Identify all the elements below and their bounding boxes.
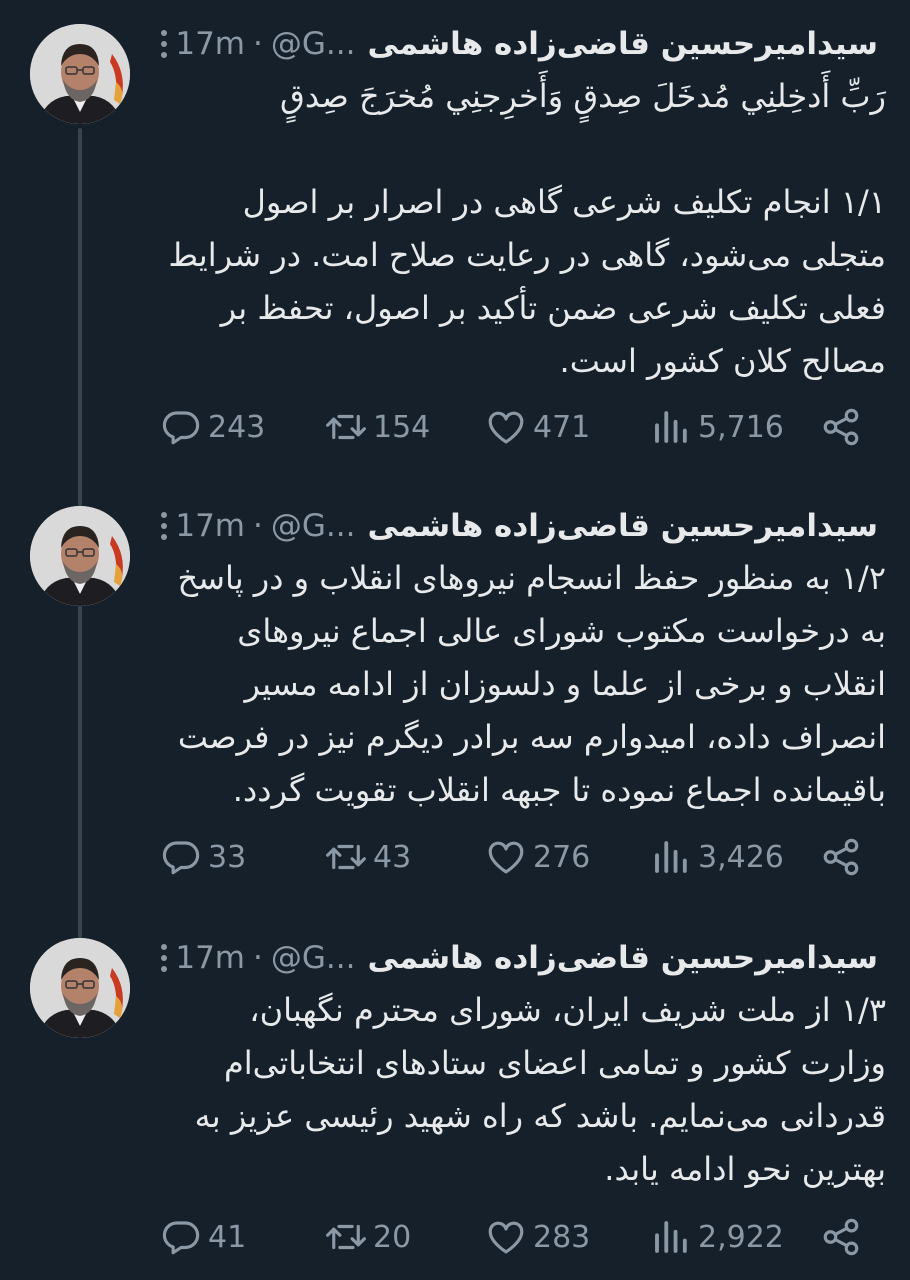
tweet-header: 17m · @G... سیدامیرحسین قاضی‌زاده هاشمی <box>160 936 878 980</box>
action-bar: 243 154 471 5,716 <box>160 402 870 452</box>
avatar-image <box>30 24 130 124</box>
author-handle[interactable]: @G... <box>271 26 356 62</box>
separator-dot: · <box>253 940 263 976</box>
share-button[interactable] <box>820 836 868 878</box>
views-button[interactable]: 3,426 <box>650 836 820 878</box>
share-icon <box>820 836 862 878</box>
tweet-1[interactable]: 17m · @G... سیدامیرحسین قاضی‌زاده هاشمی … <box>0 0 910 490</box>
like-button[interactable]: 283 <box>485 1216 650 1258</box>
like-count: 276 <box>533 839 591 875</box>
heart-icon <box>485 406 527 448</box>
retweet-count: 154 <box>373 409 431 445</box>
views-button[interactable]: 2,922 <box>650 1216 820 1258</box>
retweet-count: 43 <box>373 839 412 875</box>
tweet-header: 17m · @G... سیدامیرحسین قاضی‌زاده هاشمی <box>160 504 878 548</box>
separator-dot: · <box>253 26 263 62</box>
heart-icon <box>485 836 527 878</box>
reply-icon <box>160 406 202 448</box>
timestamp[interactable]: 17m <box>175 508 245 544</box>
timestamp[interactable]: 17m <box>175 26 245 62</box>
reply-count: 41 <box>208 1219 247 1255</box>
like-button[interactable]: 471 <box>485 406 650 448</box>
retweet-button[interactable]: 20 <box>325 1216 485 1258</box>
views-count: 5,716 <box>698 409 784 445</box>
avatar[interactable] <box>30 506 130 606</box>
timestamp[interactable]: 17m <box>175 940 245 976</box>
retweet-button[interactable]: 43 <box>325 836 485 878</box>
views-count: 3,426 <box>698 839 784 875</box>
share-icon <box>820 406 862 448</box>
tweet-header: 17m · @G... سیدامیرحسین قاضی‌زاده هاشمی <box>160 22 878 66</box>
tweet-3[interactable]: 17m · @G... سیدامیرحسین قاضی‌زاده هاشمی … <box>0 914 910 1280</box>
tweet-text: رَبِّ أَدخِلنِي مُدخَلَ صِدقٍ وَأَخرِجنِ… <box>168 77 886 380</box>
author-name[interactable]: سیدامیرحسین قاضی‌زاده هاشمی <box>367 508 878 544</box>
retweet-icon <box>325 1216 367 1258</box>
like-count: 283 <box>533 1219 591 1255</box>
tweet-text: ۱/۲ به منظور حفظ انسجام نیروهای انقلاب و… <box>167 559 886 809</box>
reply-button[interactable]: 243 <box>160 406 325 448</box>
more-options-icon[interactable] <box>160 22 167 66</box>
share-icon <box>820 1216 862 1258</box>
author-handle[interactable]: @G... <box>271 940 356 976</box>
like-count: 471 <box>533 409 591 445</box>
reply-icon <box>160 1216 202 1258</box>
reply-count: 243 <box>208 409 266 445</box>
tweet-2[interactable]: 17m · @G... سیدامیرحسین قاضی‌زاده هاشمی … <box>0 482 910 912</box>
action-bar: 33 43 276 3,426 <box>160 832 870 882</box>
reply-icon <box>160 836 202 878</box>
like-button[interactable]: 276 <box>485 836 650 878</box>
author-name[interactable]: سیدامیرحسین قاضی‌زاده هاشمی <box>367 26 878 62</box>
views-count: 2,922 <box>698 1219 784 1255</box>
views-icon <box>650 1216 692 1258</box>
retweet-icon <box>325 406 367 448</box>
retweet-button[interactable]: 154 <box>325 406 485 448</box>
action-bar: 41 20 283 2,922 <box>160 1212 870 1262</box>
heart-icon <box>485 1216 527 1258</box>
more-options-icon[interactable] <box>160 936 167 980</box>
views-button[interactable]: 5,716 <box>650 406 820 448</box>
separator-dot: · <box>253 508 263 544</box>
more-options-icon[interactable] <box>160 504 167 548</box>
author-handle[interactable]: @G... <box>271 508 356 544</box>
avatar[interactable] <box>30 24 130 124</box>
tweet-text: ۱/۳ از ملت شریف ایران، شورای محترم نگهبا… <box>184 991 886 1188</box>
share-button[interactable] <box>820 406 868 448</box>
author-name[interactable]: سیدامیرحسین قاضی‌زاده هاشمی <box>367 940 878 976</box>
reply-count: 33 <box>208 839 247 875</box>
avatar-image <box>30 506 130 606</box>
reply-button[interactable]: 33 <box>160 836 325 878</box>
views-icon <box>650 406 692 448</box>
reply-button[interactable]: 41 <box>160 1216 325 1258</box>
retweet-icon <box>325 836 367 878</box>
views-icon <box>650 836 692 878</box>
avatar[interactable] <box>30 938 130 1038</box>
share-button[interactable] <box>820 1216 868 1258</box>
retweet-count: 20 <box>373 1219 412 1255</box>
avatar-image <box>30 938 130 1038</box>
